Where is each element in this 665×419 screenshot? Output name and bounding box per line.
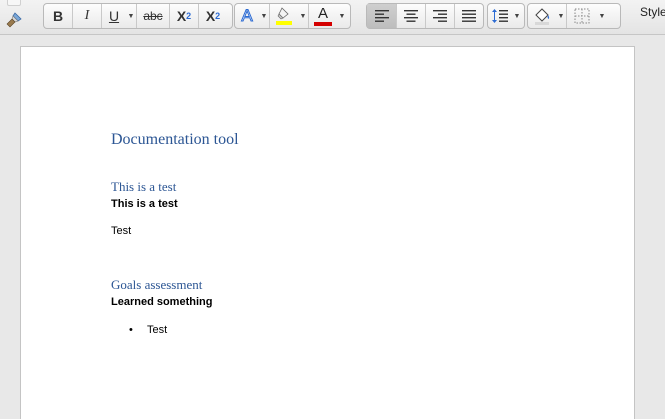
align-right-icon	[433, 10, 447, 22]
line-spacing-icon	[492, 9, 508, 23]
bold-label: B	[52, 8, 64, 24]
subscript-label: X	[176, 8, 187, 24]
align-right-button[interactable]	[426, 4, 454, 28]
line-spacing-button[interactable]	[488, 4, 512, 28]
shading-dropdown-icon[interactable]: ▼	[556, 13, 566, 20]
strikethrough-button[interactable]: abc	[137, 4, 169, 28]
paste-icon[interactable]	[7, 0, 21, 6]
line-spacing-group: ▼	[487, 3, 525, 29]
italic-button[interactable]: I	[73, 4, 101, 28]
text-effects-icon: A	[241, 6, 253, 26]
underline-dropdown-icon[interactable]: ▼	[126, 13, 136, 20]
borders-icon	[574, 8, 590, 24]
styles-label[interactable]: Style	[640, 5, 665, 19]
shading-borders-group: ▼ ▼	[527, 3, 621, 29]
font-color-dropdown-icon[interactable]: ▼	[337, 13, 347, 20]
bullet-marker: •	[129, 324, 133, 336]
font-color-swatch	[314, 21, 332, 26]
document-page[interactable]: Documentation tool This is a test This i…	[20, 46, 635, 419]
toolbar-left-icons	[4, 0, 24, 34]
text-format-group: B I U ▼ abc X2 X2	[43, 3, 233, 29]
text-effects-button[interactable]: A	[235, 4, 259, 28]
underline-button[interactable]: U	[102, 4, 126, 28]
bold-button[interactable]: B	[44, 4, 72, 28]
highlight-dropdown-icon[interactable]: ▼	[298, 13, 308, 20]
justify-button[interactable]	[455, 4, 483, 28]
borders-button[interactable]	[567, 4, 597, 28]
bullet-text: Test	[147, 324, 168, 336]
underline-label: U	[108, 8, 120, 24]
alignment-group	[366, 3, 484, 29]
subscript-index: 2	[186, 11, 192, 21]
align-center-button[interactable]	[397, 4, 425, 28]
highlight-button[interactable]	[270, 4, 298, 28]
font-color-icon: A	[317, 4, 328, 22]
formatting-toolbar: B I U ▼ abc X2 X2 A ▼ ▼ A ▼ ▼ ▼ ▼ Style	[0, 0, 665, 35]
section1-subheading: This is a test	[111, 198, 178, 210]
strikethrough-label: abc	[143, 9, 163, 23]
superscript-label: X	[205, 8, 216, 24]
line-spacing-dropdown-icon[interactable]: ▼	[512, 13, 522, 20]
document-title: Documentation tool	[111, 131, 239, 148]
format-painter-icon[interactable]	[6, 12, 22, 28]
align-left-icon	[374, 10, 389, 22]
section2-heading: Goals assessment	[111, 277, 203, 292]
bullet-list-item: • Test	[129, 324, 167, 336]
text-effects-dropdown-icon[interactable]: ▼	[259, 13, 269, 20]
justify-icon	[462, 10, 476, 22]
section1-body: Test	[111, 225, 132, 237]
align-left-button[interactable]	[367, 4, 396, 28]
highlighter-icon	[276, 7, 292, 25]
superscript-button[interactable]: X2	[199, 4, 227, 28]
superscript-index: 2	[215, 11, 221, 21]
subscript-button[interactable]: X2	[170, 4, 198, 28]
borders-dropdown-icon[interactable]: ▼	[597, 13, 607, 20]
section1-heading: This is a test	[111, 179, 177, 194]
align-center-icon	[404, 10, 418, 22]
font-color-button[interactable]: A	[309, 4, 337, 28]
paint-bucket-icon	[535, 8, 550, 25]
shading-button[interactable]	[528, 4, 556, 28]
section2-subheading: Learned something	[111, 296, 213, 308]
color-group: A ▼ ▼ A ▼	[234, 3, 351, 29]
italic-label: I	[84, 8, 90, 23]
